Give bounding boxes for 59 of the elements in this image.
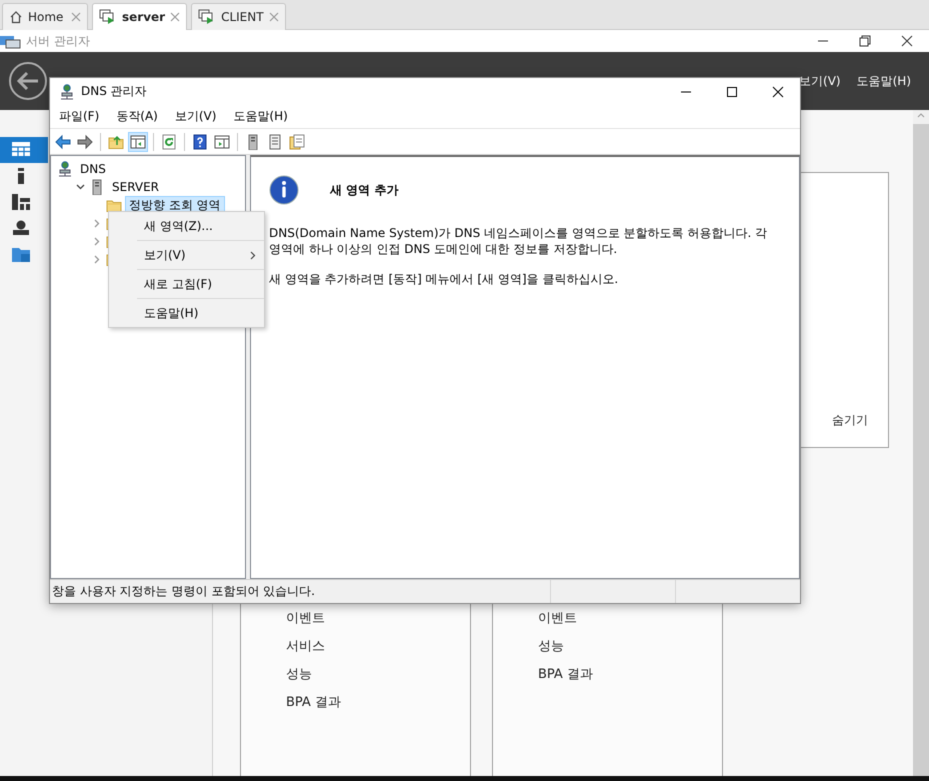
tree-item[interactable]: DNS — [76, 161, 110, 177]
server-manager-icon — [0, 33, 22, 49]
info-text: DNS(Domain Name System)가 DNS 네임스페이스를 영역으로 분할하도록 허용합니다. 각 영역에 하나 이상의 인접 DNS 도메인에 대한 정보를 저장합니다. — [269, 225, 768, 257]
action-pane-icon — [214, 134, 230, 150]
menu-item[interactable]: 도움말(H) — [233, 108, 288, 125]
help-icon — [192, 134, 208, 150]
folder-up-icon — [108, 134, 124, 150]
tile-link[interactable]: BPA 결과 — [286, 689, 470, 717]
close-icon[interactable] — [901, 35, 913, 47]
menu-label: 보기(V) — [144, 246, 186, 264]
vm-tab[interactable]: Home — [2, 3, 88, 30]
info-icon — [269, 175, 299, 205]
tile-link[interactable]: 이벤트 — [538, 605, 722, 633]
chevron-down-icon[interactable] — [76, 184, 84, 190]
menu-item[interactable]: 새 영역(Z)... — [109, 214, 264, 238]
menu-item[interactable]: 보기(V) — [109, 243, 264, 267]
window-title: 서버 관리자 — [26, 32, 90, 50]
home-icon — [9, 10, 23, 24]
tile-link[interactable]: 서비스 — [286, 633, 470, 661]
info-heading: 새 영역 추가 — [330, 182, 398, 198]
tile-link[interactable]: 성능 — [286, 661, 470, 689]
list-icon — [267, 134, 283, 150]
dashboard-icon — [12, 142, 30, 158]
close-icon[interactable] — [772, 86, 784, 98]
files-icon — [12, 246, 30, 262]
menu-label: 새 영역(Z)... — [144, 218, 213, 234]
toolbar-button[interactable] — [128, 132, 148, 152]
tree-item[interactable]: SERVER — [108, 179, 164, 195]
menu-item[interactable]: 새로 고침(F) — [109, 272, 264, 296]
back-icon[interactable] — [8, 61, 48, 101]
menu-item[interactable]: 도움말(H) — [109, 301, 264, 325]
info-text: 새 영역을 추가하려면 [동작] 메뉴에서 [새 영역]을 클릭하십시오. — [269, 271, 620, 287]
menu-item[interactable]: 보기(V) — [174, 108, 216, 125]
tile-link[interactable]: 이벤트 — [286, 605, 470, 633]
status-text: 창을 사용자 지정하는 명령이 포함되어 있습니다. — [51, 583, 316, 600]
menu-item[interactable]: 보기(V) — [799, 72, 841, 90]
tile-link[interactable]: BPA 결과 — [538, 661, 722, 689]
menu-label: 새로 고침(F) — [144, 276, 212, 292]
chevron-right-icon[interactable] — [94, 236, 100, 246]
hide-link[interactable]: 숨기기 — [832, 412, 868, 429]
refresh-icon — [161, 134, 177, 150]
tree-pane-icon — [130, 134, 146, 150]
window-title: DNS 관리자 — [81, 83, 147, 100]
forward-arrow-icon — [77, 134, 93, 150]
maximize-icon[interactable] — [726, 86, 738, 98]
sidebar-item[interactable] — [0, 137, 48, 163]
vm-tab[interactable]: CLIENT — [191, 3, 286, 30]
restore-icon[interactable] — [859, 35, 871, 47]
menu-item[interactable]: 도움말(H) — [856, 72, 911, 90]
tile-link[interactable]: 성능 — [538, 633, 722, 661]
chevron-right-icon[interactable] — [94, 218, 100, 228]
vm-tab[interactable]: server — [92, 3, 188, 30]
chevron-right-icon[interactable] — [94, 254, 100, 264]
menu-label: 도움말(H) — [144, 304, 198, 322]
scrollbar[interactable] — [913, 110, 929, 776]
menu-item[interactable]: 파일(F) — [59, 108, 100, 125]
back-arrow-icon — [55, 134, 71, 150]
menu-item[interactable]: 동작(A) — [116, 108, 158, 125]
properties-icon — [289, 134, 305, 150]
